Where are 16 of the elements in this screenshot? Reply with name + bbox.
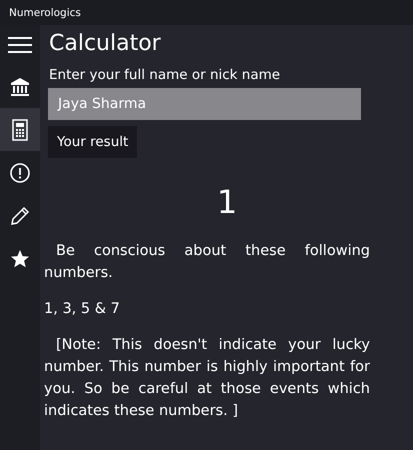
numbers-text: 1, 3, 5 & 7 [44,300,121,319]
window-title: Numerologics [9,6,81,18]
nav-item[interactable] [0,108,40,151]
name-field[interactable]: Jaya Sharma [48,88,361,120]
pencil-icon [10,206,30,226]
star-icon [10,248,30,268]
result-button[interactable]: Your result [48,126,138,158]
exclamation-icon [10,162,30,182]
page-title: Calculator [49,30,162,58]
bank-icon [10,76,30,96]
result-number: 1 [216,182,238,223]
message-text: Be conscious about these following numbers. [44,242,370,283]
field-label: Enter your full name or nick name [49,67,282,83]
calculator-icon [12,118,28,140]
menu-icon [7,36,33,54]
note-text: [Note: This doesn't indicate your lucky number. This number is highly important for you. So be careful at those events which indicates these numbers. ] [44,336,370,421]
